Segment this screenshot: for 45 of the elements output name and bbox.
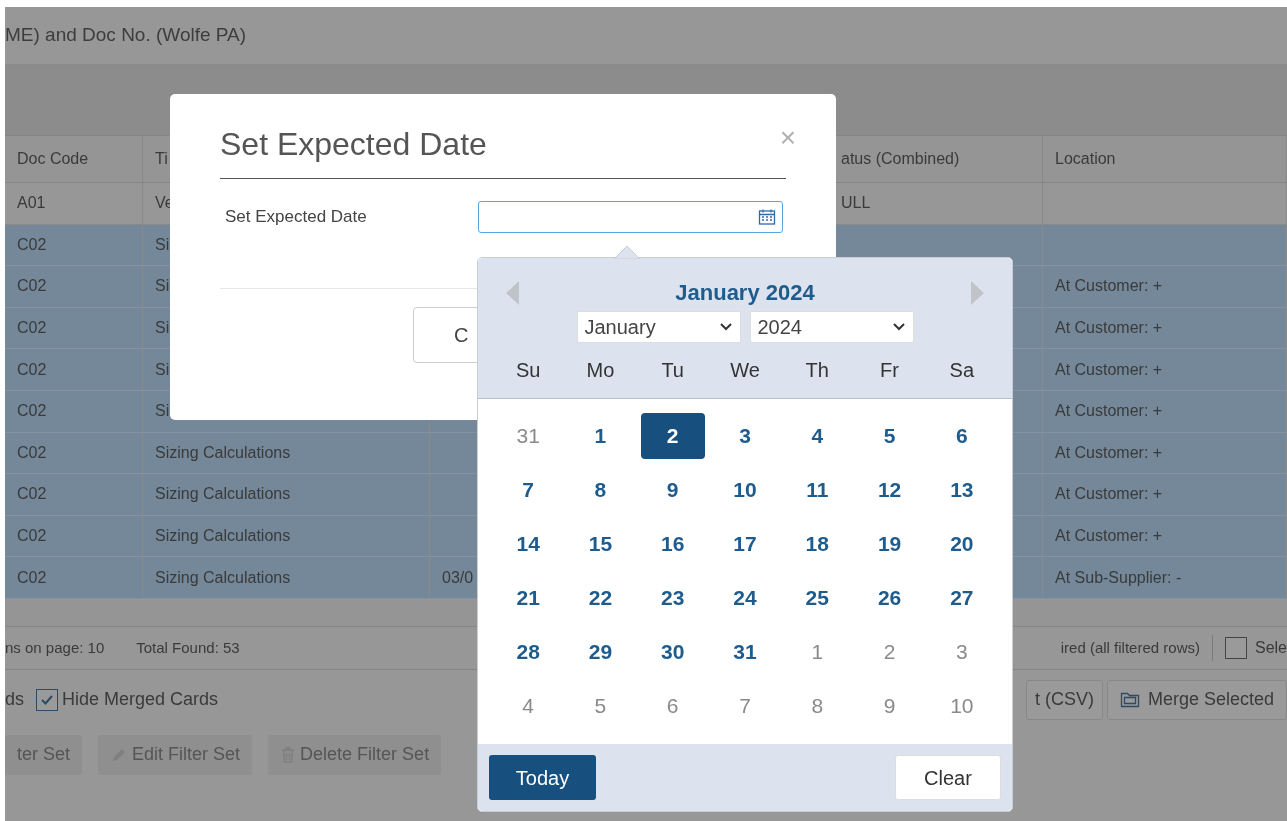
table-cell-text: Sizing Calculations bbox=[155, 526, 291, 547]
table-cell-text: C02 bbox=[17, 318, 47, 339]
table-cell-text: Sizing Calculations bbox=[155, 442, 291, 463]
table-cell-text: At Customer: + bbox=[1055, 401, 1163, 422]
cards-label: ds bbox=[5, 688, 24, 712]
required-label: ired (all filtered rows) bbox=[1060, 637, 1200, 658]
table-cell-text: C02 bbox=[17, 276, 47, 297]
table-cell-text: C02 bbox=[17, 567, 47, 588]
table-cell-text: At Customer: + bbox=[1055, 526, 1163, 547]
items-on-page: ns on page: 10 bbox=[5, 637, 105, 658]
weekday-label: Fr bbox=[880, 358, 899, 383]
total-found: Total Found: 53 bbox=[136, 637, 240, 658]
table-cell-text: Si bbox=[155, 234, 170, 255]
select-all-label: Sele bbox=[1254, 637, 1287, 658]
weekday-label: Tu bbox=[661, 358, 684, 383]
table-cell-text: At Sub-Supplier: - bbox=[1055, 567, 1182, 588]
table-cell-text: At Customer: + bbox=[1055, 359, 1163, 380]
hide-merged-label: Hide Merged Cards bbox=[62, 688, 219, 712]
table-cell-text: C02 bbox=[17, 526, 47, 547]
table-cell-text: At Customer: + bbox=[1055, 442, 1163, 463]
field-label: Set Expected Date bbox=[224, 206, 368, 229]
weekday-label: Mo bbox=[586, 358, 615, 383]
table-cell-text: At Customer: + bbox=[1055, 276, 1163, 297]
table-cell-text: Sizing Calculations bbox=[155, 484, 291, 505]
table-cell-text: Si bbox=[155, 359, 170, 380]
table-cell-text: Si bbox=[155, 401, 170, 422]
page-title: ME) and Doc No. (Wolfe PA) bbox=[5, 23, 247, 48]
table-cell-text: A01 bbox=[17, 193, 46, 214]
weekday-label: Sa bbox=[949, 358, 975, 383]
month-title: January 2024 bbox=[675, 279, 815, 307]
table-cell-text: C02 bbox=[17, 359, 47, 380]
weekday-label: We bbox=[730, 358, 760, 383]
table-cell-text: Si bbox=[155, 276, 170, 297]
table-cell-text: C02 bbox=[17, 484, 47, 505]
weekday-label: Th bbox=[805, 358, 829, 383]
table-cell-text: 03/0 bbox=[442, 567, 474, 588]
table-cell-text: C02 bbox=[17, 234, 47, 255]
table-cell-text: C02 bbox=[17, 442, 47, 463]
table-cell-text: At Customer: + bbox=[1055, 484, 1163, 505]
table-cell-text: Sizing Calculations bbox=[155, 567, 291, 588]
table-cell-text: C02 bbox=[17, 401, 47, 422]
table-cell-text: Si bbox=[155, 318, 170, 339]
table-cell-text: At Customer: + bbox=[1055, 318, 1163, 339]
modal-title: Set Expected Date bbox=[220, 125, 487, 164]
table-cell-text: ULL bbox=[841, 193, 871, 214]
